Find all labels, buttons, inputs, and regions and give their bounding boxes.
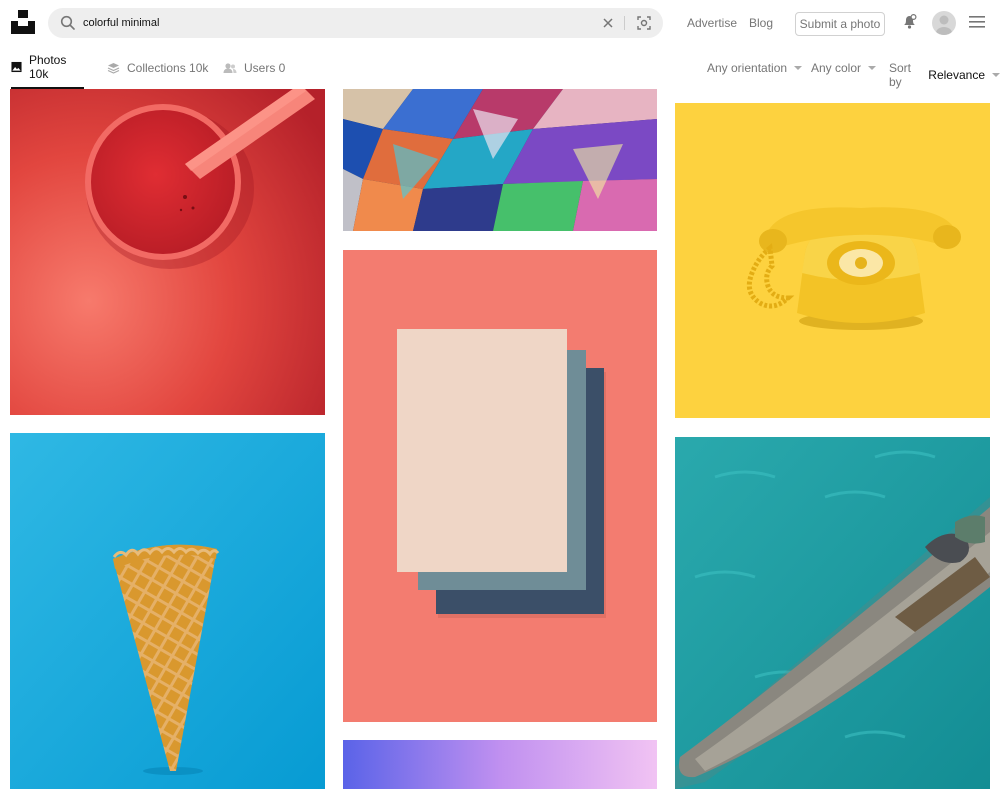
photo-gradient[interactable] — [343, 740, 657, 789]
visual-search-icon[interactable] — [636, 15, 652, 31]
submit-photo-button[interactable]: Submit a photo — [795, 12, 885, 36]
photo-icon — [11, 61, 22, 72]
orientation-filter-label: Any orientation — [707, 61, 788, 75]
tab-collections-label: Collections 10k — [127, 60, 209, 75]
sort-filter-prefix: Sort by — [889, 61, 912, 89]
chevron-down-icon — [794, 66, 803, 70]
close-icon[interactable] — [600, 15, 616, 31]
sort-filter[interactable]: Sort by Relevance — [889, 61, 1000, 89]
tab-collections[interactable]: Collections 10k — [107, 46, 208, 89]
chevron-down-icon — [992, 73, 1000, 77]
color-filter[interactable]: Any color — [811, 61, 877, 75]
users-icon — [223, 62, 237, 73]
sub-navigation: Photos 10k Collections 10k Users 0 Any o… — [0, 46, 1000, 89]
search-divider — [624, 16, 625, 30]
photo-boat-water[interactable] — [675, 437, 990, 789]
tab-photos-label: Photos 10k — [29, 52, 67, 81]
top-bar: Advertise Blog Submit a photo — [0, 0, 1000, 46]
avatar[interactable] — [932, 11, 956, 35]
photo-grid — [0, 89, 1000, 789]
photo-paper-sheets[interactable] — [343, 250, 657, 722]
chevron-down-icon — [868, 66, 877, 70]
sort-filter-value: Relevance — [928, 68, 985, 82]
tab-users[interactable]: Users 0 — [223, 46, 285, 89]
search-bar — [48, 8, 663, 38]
search-input[interactable] — [83, 8, 583, 38]
photo-yellow-telephone[interactable] — [675, 103, 990, 418]
blog-link[interactable]: Blog — [749, 16, 773, 30]
menu-icon[interactable] — [969, 15, 985, 29]
photo-iridescent-foil[interactable] — [343, 89, 657, 231]
collections-icon — [107, 62, 120, 74]
color-filter-label: Any color — [811, 61, 862, 75]
orientation-filter[interactable]: Any orientation — [707, 61, 803, 75]
photo-red-smoothie[interactable] — [10, 89, 325, 415]
bell-icon[interactable] — [901, 13, 918, 30]
search-icon[interactable] — [60, 15, 76, 31]
photo-ice-cream-cone[interactable] — [10, 433, 325, 789]
advertise-link[interactable]: Advertise — [687, 16, 737, 30]
tab-users-label: Users 0 — [244, 60, 286, 75]
unsplash-logo-icon[interactable] — [11, 10, 35, 34]
tab-photos[interactable]: Photos 10k — [11, 46, 84, 89]
